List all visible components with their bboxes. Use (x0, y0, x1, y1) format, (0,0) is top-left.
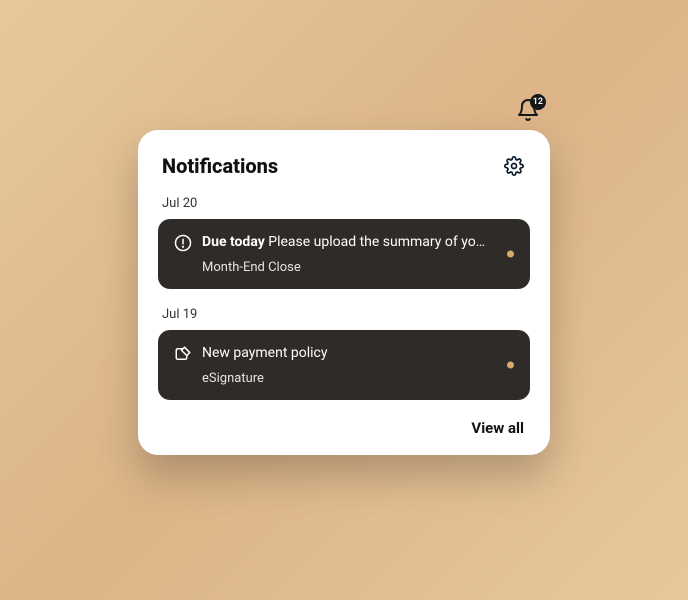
notifications-bell[interactable]: 12 (516, 98, 540, 126)
notification-title: New payment policy (202, 344, 490, 363)
notifications-panel: Notifications Jul 20 Due today Please up… (138, 130, 550, 455)
date-label: Jul 20 (158, 192, 530, 219)
notification-title: Due today Please upload the summary of y… (202, 233, 490, 252)
view-all-row: View all (158, 414, 530, 437)
bell-badge: 12 (530, 94, 546, 110)
notification-body: New payment policy eSignature (202, 344, 490, 386)
gear-icon (504, 156, 524, 176)
view-all-link[interactable]: View all (471, 419, 524, 437)
panel-title: Notifications (162, 154, 278, 178)
unread-dot (507, 250, 514, 257)
notification-body: Due today Please upload the summary of y… (202, 233, 490, 275)
notification-subtitle: eSignature (202, 371, 490, 386)
alert-circle-icon (174, 234, 192, 256)
date-label: Jul 19 (158, 303, 530, 330)
unread-dot (507, 361, 514, 368)
notification-item[interactable]: Due today Please upload the summary of y… (158, 219, 530, 289)
notification-subtitle: Month-End Close (202, 260, 490, 275)
settings-button[interactable] (502, 154, 526, 178)
signature-icon (174, 345, 192, 367)
notification-item[interactable]: New payment policy eSignature (158, 330, 530, 400)
panel-header: Notifications (158, 154, 530, 178)
